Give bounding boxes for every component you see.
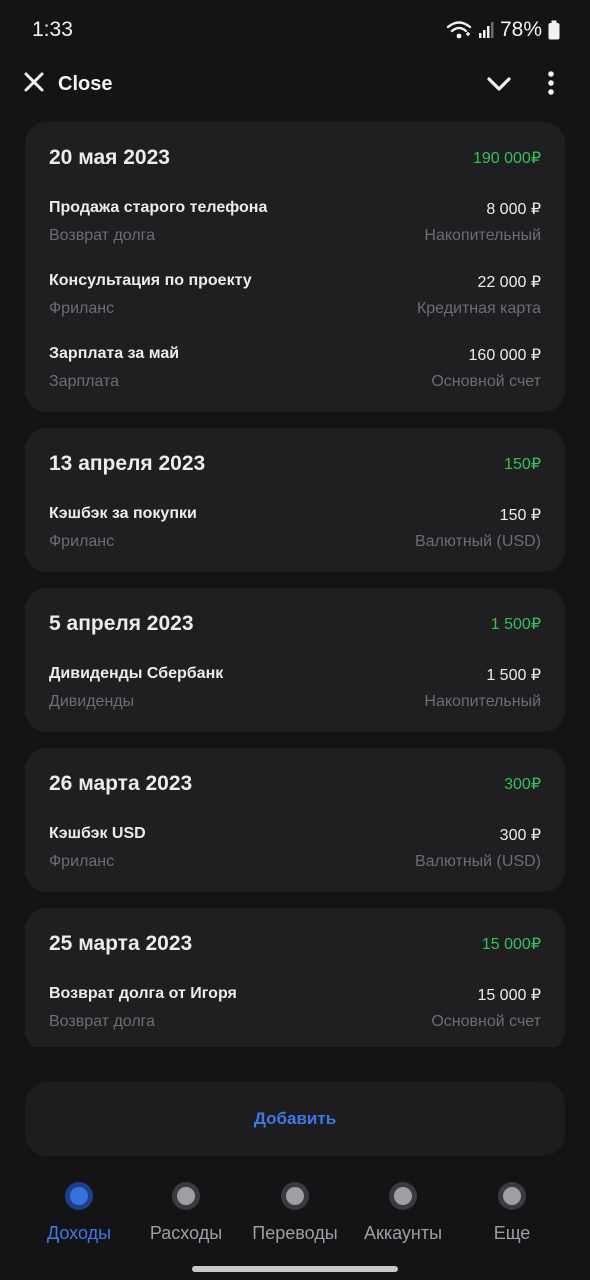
transaction-category: Фриланс [49, 533, 115, 550]
collapse-button[interactable] [484, 70, 514, 98]
group-total: 300₽ [504, 776, 541, 793]
transaction-amount: 300 ₽ [499, 827, 541, 844]
transaction-title: Дивиденды Сбербанк [49, 665, 224, 682]
signal-icon [478, 21, 494, 39]
date-group-card: 26 марта 2023 300₽ Кэшбэк USD 300 ₽ Фрил… [25, 748, 565, 892]
tab-label: Расходы [149, 1223, 223, 1243]
more-vertical-icon [540, 71, 562, 102]
tab-accounts[interactable]: Аккаунты [348, 1176, 458, 1252]
more-options-button[interactable] [540, 70, 562, 98]
tab-transfers[interactable]: Переводы [240, 1176, 350, 1252]
add-button[interactable]: Добавить [25, 1082, 565, 1156]
transaction-account: Основной счет [431, 373, 541, 390]
transaction-amount: 1 500 ₽ [486, 667, 541, 684]
group-total: 150₽ [504, 456, 541, 473]
date-group-header: 20 мая 2023 190 000₽ [49, 122, 541, 196]
date-group-card: 13 апреля 2023 150₽ Кэшбэк за покупки 15… [25, 428, 565, 572]
transaction-account: Накопительный [424, 693, 541, 710]
transaction-amount: 160 000 ₽ [468, 347, 541, 364]
transaction-amount: 8 000 ₽ [486, 201, 541, 218]
transaction-account: Накопительный [424, 227, 541, 244]
transaction-amount: 22 000 ₽ [477, 274, 541, 291]
transaction-account: Валютный (USD) [414, 853, 541, 870]
transaction-item[interactable]: Возврат долга от Игоря 15 000 ₽ Возврат … [49, 982, 541, 1047]
expenses-tab-icon [172, 1182, 200, 1210]
date-group-card: 5 апреля 2023 1 500₽ Дивиденды Сбербанк … [25, 588, 565, 732]
transaction-title: Зарплата за май [49, 345, 180, 362]
close-button[interactable]: Close [22, 70, 112, 99]
more-tab-icon [498, 1182, 526, 1210]
transaction-category: Фриланс [49, 300, 115, 317]
top-bar: Close [0, 62, 590, 106]
transaction-title: Возврат долга от Игоря [49, 985, 237, 1002]
bottom-tab-bar: Доходы Расходы Переводы Аккаунты Еще [0, 1176, 590, 1256]
tab-label: Аккаунты [363, 1223, 443, 1243]
battery-icon [548, 20, 560, 40]
transaction-title: Кэшбэк за покупки [49, 505, 197, 522]
add-button-label: Добавить [253, 1109, 337, 1128]
wifi-icon [446, 20, 472, 40]
income-list[interactable]: 20 мая 2023 190 000₽ Продажа старого тел… [25, 122, 565, 1047]
group-date: 20 мая 2023 [49, 146, 170, 169]
income-tab-icon [65, 1182, 93, 1210]
transaction-category: Зарплата [49, 373, 120, 390]
status-time: 1:33 [32, 18, 73, 41]
transaction-title: Консультация по проекту [49, 272, 252, 289]
transaction-item[interactable]: Консультация по проекту 22 000 ₽ Фриланс… [49, 269, 541, 342]
tab-label: Переводы [252, 1223, 338, 1243]
group-total: 190 000₽ [472, 150, 541, 167]
transaction-amount: 15 000 ₽ [477, 987, 541, 1004]
transaction-item[interactable]: Зарплата за май 160 000 ₽ Зарплата Основ… [49, 342, 541, 412]
chevron-down-icon [484, 77, 514, 102]
tab-label: Еще [493, 1223, 531, 1243]
group-total: 1 500₽ [490, 616, 541, 633]
transaction-amount: 150 ₽ [499, 507, 541, 524]
tab-expenses[interactable]: Расходы [131, 1176, 241, 1252]
group-date: 13 апреля 2023 [49, 452, 206, 475]
tab-label: Доходы [46, 1223, 112, 1243]
transaction-item[interactable]: Кэшбэк за покупки 150 ₽ Фриланс Валютный… [49, 502, 541, 572]
tab-more[interactable]: Еще [457, 1176, 567, 1252]
home-indicator[interactable] [192, 1266, 398, 1272]
group-date: 26 марта 2023 [49, 772, 193, 795]
group-total: 15 000₽ [481, 936, 541, 953]
group-date: 5 апреля 2023 [49, 612, 194, 635]
date-group-header: 13 апреля 2023 150₽ [49, 428, 541, 502]
transaction-category: Дивиденды [49, 693, 135, 710]
transaction-account: Валютный (USD) [414, 533, 541, 550]
transaction-item[interactable]: Продажа старого телефона 8 000 ₽ Возврат… [49, 196, 541, 269]
status-bar: 1:33 78% [0, 0, 590, 60]
accounts-tab-icon [389, 1182, 417, 1210]
date-group-card: 20 мая 2023 190 000₽ Продажа старого тел… [25, 122, 565, 412]
date-group-header: 26 марта 2023 300₽ [49, 748, 541, 822]
transaction-account: Основной счет [431, 1013, 541, 1030]
transaction-account: Кредитная карта [416, 300, 541, 317]
date-group-header: 5 апреля 2023 1 500₽ [49, 588, 541, 662]
transfers-tab-icon [281, 1182, 309, 1210]
transaction-item[interactable]: Дивиденды Сбербанк 1 500 ₽ Дивиденды Нак… [49, 662, 541, 732]
transaction-title: Кэшбэк USD [49, 825, 146, 842]
date-group-card: 25 марта 2023 15 000₽ Возврат долга от И… [25, 908, 565, 1047]
tab-income[interactable]: Доходы [24, 1176, 134, 1252]
transaction-item[interactable]: Кэшбэк USD 300 ₽ Фриланс Валютный (USD) [49, 822, 541, 892]
transaction-category: Возврат долга [49, 1013, 156, 1030]
transaction-category: Возврат долга [49, 227, 156, 244]
transaction-title: Продажа старого телефона [49, 199, 268, 216]
close-icon [22, 70, 46, 99]
group-date: 25 марта 2023 [49, 932, 193, 955]
transaction-category: Фриланс [49, 853, 115, 870]
date-group-header: 25 марта 2023 15 000₽ [49, 908, 541, 982]
battery-percent: 78% [499, 18, 542, 41]
close-label: Close [58, 73, 113, 95]
status-indicators: 78% [446, 18, 560, 42]
